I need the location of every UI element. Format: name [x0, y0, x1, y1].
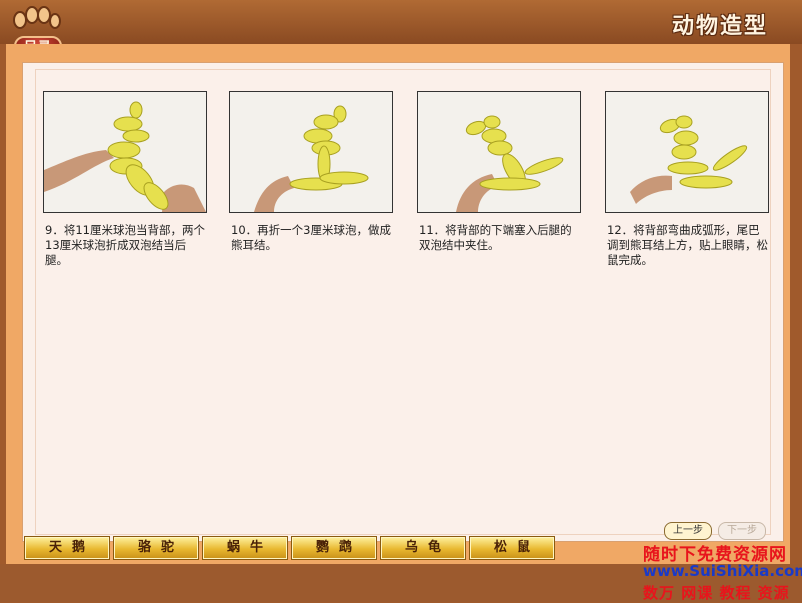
step-card: 11．将背部的下端塞入后腿的双泡结中夹住。 [417, 91, 581, 253]
content-panel: 9．将11厘米球泡当背部，两个13厘米球泡折成双泡结当后腿。 10．再折一个3厘… [22, 62, 784, 542]
tab-turtle[interactable]: 乌龟 [380, 536, 466, 560]
step-card: 10．再折一个3厘米球泡，做成熊耳结。 [229, 91, 393, 253]
watermark-line: 数万 网课 教程 资源 [643, 584, 790, 602]
step-caption: 12．将背部弯曲成弧形，尾巴调到熊耳结上方，贴上眼睛，松鼠完成。 [607, 223, 768, 267]
watermark-url: www.SuiShiXia.com [643, 562, 802, 580]
tab-parrot[interactable]: 鹦鹉 [291, 536, 377, 560]
step-photo [229, 91, 393, 213]
tab-camel[interactable]: 骆驼 [113, 536, 199, 560]
step-caption: 10．再折一个3厘米球泡，做成熊耳结。 [231, 223, 391, 252]
step-photo [417, 91, 581, 213]
prev-step-button[interactable]: 上一步 [664, 522, 712, 540]
tab-squirrel[interactable]: 松鼠 [469, 536, 555, 560]
next-step-button[interactable]: 下一步 [718, 522, 766, 540]
tab-swan[interactable]: 天鹅 [24, 536, 110, 560]
animal-tab-bar: 天鹅 骆驼 蜗牛 鹦鹉 乌龟 松鼠 [22, 532, 555, 562]
step-caption: 11．将背部的下端塞入后腿的双泡结中夹住。 [419, 223, 572, 252]
tab-snail[interactable]: 蜗牛 [202, 536, 288, 560]
watermark: 随时下免费资源网 www.SuiShiXia.com 数万 网课 教程 资源 [637, 540, 802, 602]
step-caption: 9．将11厘米球泡当背部，两个13厘米球泡折成双泡结当后腿。 [45, 223, 205, 267]
step-card: 12．将背部弯曲成弧形，尾巴调到熊耳结上方，贴上眼睛，松鼠完成。 [605, 91, 769, 268]
app-title: 动物造型 [671, 14, 768, 39]
step-card: 9．将11厘米球泡当背部，两个13厘米球泡折成双泡结当后腿。 [43, 91, 207, 268]
step-photo [43, 91, 207, 213]
step-photo [605, 91, 769, 213]
